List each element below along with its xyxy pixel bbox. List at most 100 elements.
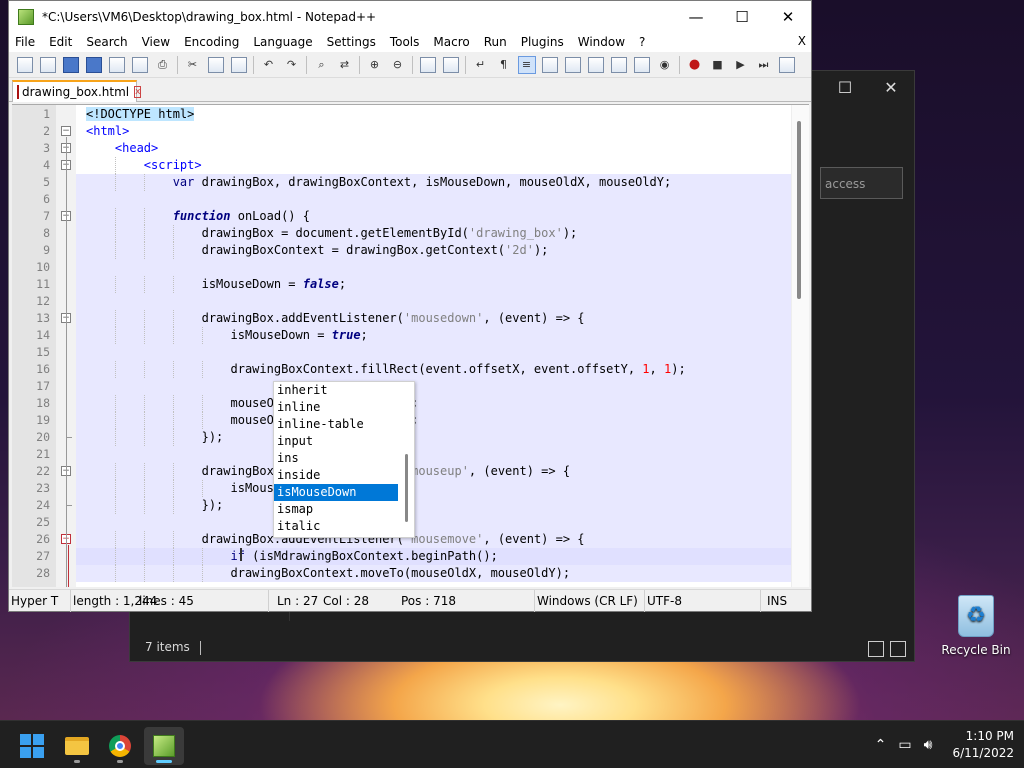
menu-view[interactable]: View <box>135 35 177 49</box>
replace-icon[interactable]: ⇄ <box>337 57 353 73</box>
code-line[interactable] <box>76 446 791 463</box>
save-all-icon[interactable] <box>85 56 102 73</box>
code-line[interactable]: drawingBox.addEventListener('mousemove',… <box>76 531 791 548</box>
code-line[interactable] <box>76 378 791 395</box>
code-line[interactable]: <script> <box>76 157 791 174</box>
vertical-scrollbar[interactable] <box>791 105 809 587</box>
code-line[interactable]: var drawingBox, drawingBoxContext, isMou… <box>76 174 791 191</box>
code-line[interactable]: }); <box>76 429 791 446</box>
fold-margin[interactable]: −−−−−−− <box>56 105 76 587</box>
code-line[interactable] <box>76 344 791 361</box>
zoom-in-icon[interactable]: ⊕ <box>367 57 383 73</box>
notepad-plus-plus-window[interactable]: *C:\Users\VM6\Desktop\drawing_box.html -… <box>8 0 812 612</box>
title-bar[interactable]: *C:\Users\VM6\Desktop\drawing_box.html -… <box>9 1 811 32</box>
menu-settings[interactable]: Settings <box>320 35 383 49</box>
volume-icon[interactable]: 🔊︎ <box>924 737 933 753</box>
stop-recording-icon[interactable]: ■ <box>710 57 726 73</box>
taskbar-chrome[interactable] <box>100 727 140 765</box>
menu-file[interactable]: File <box>9 35 42 49</box>
redo-icon[interactable]: ↷ <box>284 57 300 73</box>
user-defined-language-icon[interactable] <box>541 56 558 73</box>
maximize-button[interactable]: ☐ <box>719 1 765 32</box>
autocomplete-item[interactable]: inline-table <box>274 416 414 433</box>
menu-language[interactable]: Language <box>246 35 319 49</box>
tab-drawing-box-html[interactable]: drawing_box.html x <box>12 80 142 102</box>
code-line[interactable]: <!DOCTYPE html> <box>76 106 791 123</box>
function-list-icon[interactable] <box>610 56 627 73</box>
show-all-characters-icon[interactable]: ¶ <box>496 57 512 73</box>
playback-icon[interactable]: ▶ <box>733 57 749 73</box>
start-button[interactable] <box>12 727 52 765</box>
code-line[interactable]: isMouseDown = true; <box>76 327 791 344</box>
explorer-maximize-button[interactable]: ☐ <box>822 71 868 103</box>
autocomplete-item[interactable]: ismap <box>274 501 414 518</box>
code-area[interactable]: <!DOCTYPE html> <html> <head> <script> va… <box>76 105 791 587</box>
menu-help[interactable]: ? <box>632 35 652 49</box>
code-line[interactable]: isMouseDown = false; <box>76 276 791 293</box>
taskbar-notepad-plus-plus[interactable] <box>144 727 184 765</box>
find-icon[interactable]: ⌕ <box>314 57 330 73</box>
save-icon[interactable] <box>62 56 79 73</box>
menu-edit[interactable]: Edit <box>42 35 79 49</box>
close-file-icon[interactable] <box>108 56 125 73</box>
taskbar-file-explorer[interactable] <box>57 727 97 765</box>
paste-icon[interactable] <box>230 56 247 73</box>
undo-icon[interactable]: ↶ <box>261 57 277 73</box>
open-file-icon[interactable] <box>39 56 56 73</box>
code-line[interactable] <box>76 191 791 208</box>
menu-search[interactable]: Search <box>79 35 134 49</box>
menu-window[interactable]: Window <box>571 35 632 49</box>
save-macro-icon[interactable] <box>778 56 795 73</box>
sync-vertical-icon[interactable] <box>419 56 436 73</box>
sync-horizontal-icon[interactable] <box>442 56 459 73</box>
folder-as-workspace-icon[interactable] <box>633 56 650 73</box>
autocomplete-item[interactable]: input <box>274 433 414 450</box>
code-line[interactable]: mouseOldX = event.offsetX; <box>76 395 791 412</box>
code-line[interactable] <box>76 293 791 310</box>
menu-macro[interactable]: Macro <box>426 35 476 49</box>
explorer-close-button[interactable]: ✕ <box>868 71 914 103</box>
tab-close-icon[interactable]: x <box>134 86 142 98</box>
code-line[interactable]: <html> <box>76 123 791 140</box>
clock[interactable]: 1:10 PM 6/11/2022 <box>952 728 1014 762</box>
code-line[interactable]: isMouseDown = false; <box>76 480 791 497</box>
word-wrap-icon[interactable]: ↵ <box>473 57 489 73</box>
current-code-line[interactable]: if (isMdrawingBoxContext.beginPath(); <box>76 548 791 565</box>
close-all-icon[interactable] <box>131 56 148 73</box>
new-file-icon[interactable] <box>16 56 33 73</box>
code-line[interactable]: mouseOldY = event.offsetY; <box>76 412 791 429</box>
code-line[interactable]: drawingBoxContext.fillRect(event.offsetX… <box>76 361 791 378</box>
cut-icon[interactable]: ✂ <box>185 57 201 73</box>
code-line[interactable] <box>76 514 791 531</box>
document-map-icon[interactable] <box>564 56 581 73</box>
vertical-scrollbar-thumb[interactable] <box>797 121 801 299</box>
code-line[interactable]: drawingBoxContext = drawingBox.getContex… <box>76 242 791 259</box>
autocomplete-item[interactable]: ins <box>274 450 414 467</box>
menu-tools[interactable]: Tools <box>383 35 427 49</box>
chevron-up-icon[interactable]: ⌃ <box>875 737 887 753</box>
menu-run[interactable]: Run <box>477 35 514 49</box>
code-line[interactable]: }); <box>76 497 791 514</box>
close-document-button[interactable]: X <box>798 34 806 48</box>
record-macro-icon[interactable]: ● <box>687 57 703 73</box>
code-line[interactable]: drawingBox = document.getElementById('dr… <box>76 225 791 242</box>
autocomplete-item-selected[interactable]: isMouseDown <box>274 484 398 501</box>
monitoring-icon[interactable]: ◉ <box>657 57 673 73</box>
minimize-button[interactable]: — <box>673 1 719 32</box>
autocomplete-list[interactable]: inherit inline inline-table input ins in… <box>273 381 415 538</box>
close-button[interactable]: ✕ <box>765 1 811 32</box>
recycle-bin-desktop-icon[interactable]: ♻ Recycle Bin <box>938 595 1014 657</box>
zoom-out-icon[interactable]: ⊖ <box>390 57 406 73</box>
autocomplete-item[interactable]: italic <box>274 518 414 535</box>
indent-guide-icon[interactable]: ≡ <box>517 55 536 74</box>
status-insert-mode[interactable]: INS <box>765 590 811 612</box>
explorer-search-input[interactable]: access <box>820 167 903 199</box>
copy-icon[interactable] <box>207 56 224 73</box>
menu-encoding[interactable]: Encoding <box>177 35 246 49</box>
code-line[interactable]: drawingBox.addEventListener('mousedown',… <box>76 310 791 327</box>
code-line[interactable] <box>76 259 791 276</box>
status-eol[interactable]: Windows (CR LF) <box>535 590 645 612</box>
tiles-view-icon[interactable] <box>890 641 906 657</box>
code-line[interactable]: function onLoad() { <box>76 208 791 225</box>
autocomplete-item[interactable]: inline <box>274 399 414 416</box>
